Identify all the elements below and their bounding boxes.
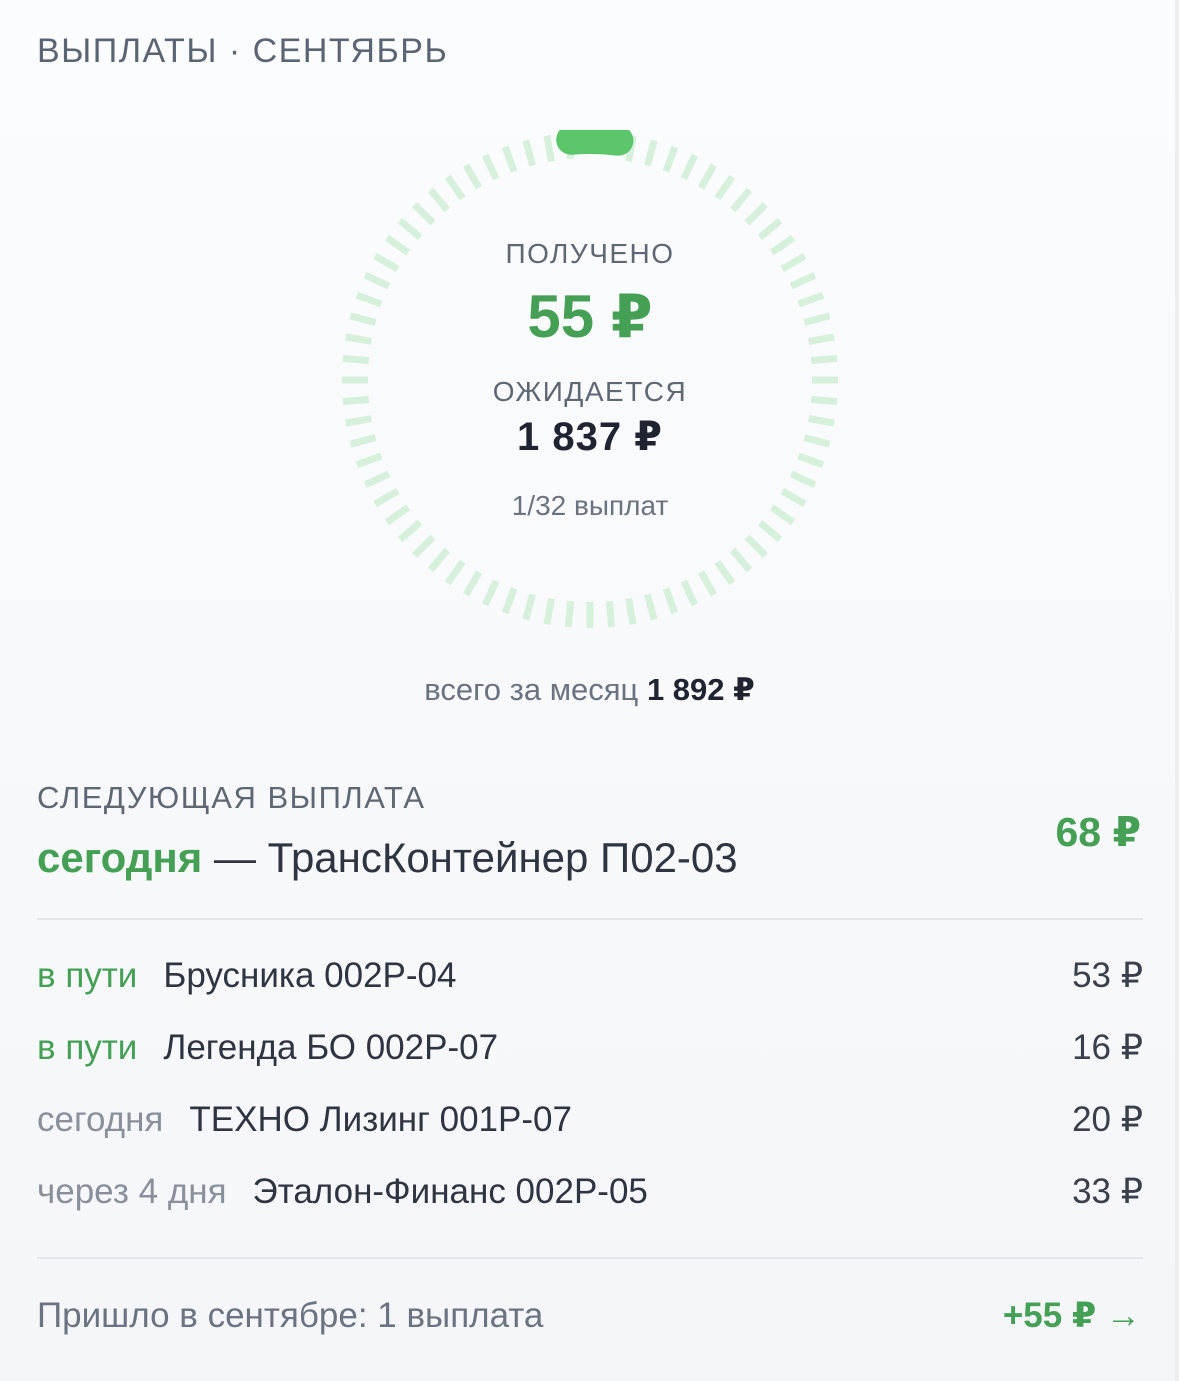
- next-payout-label: СЛЕДУЮЩАЯ ВЫПЛАТА: [37, 780, 426, 815]
- received-value: 55 ₽: [527, 283, 653, 350]
- received-summary: Пришло в сентябре: 1 выплата: [37, 1296, 544, 1335]
- payout-name: Эталон-Финанс 002Р-05: [252, 1172, 648, 1211]
- month-total: всего за месяц 1 892 ₽: [0, 672, 1179, 708]
- page-title: ВЫПЛАТЫ · СЕНТЯБРЬ: [37, 32, 449, 70]
- payout-name: ТЕХНО Лизинг 001Р-07: [189, 1100, 572, 1139]
- payout-name: Брусника 002Р-04: [163, 956, 457, 995]
- payout-name: Легенда БО 002Р-07: [163, 1028, 499, 1067]
- payout-row[interactable]: сегодня ТЕХНО Лизинг 001Р-07 20 ₽: [37, 1100, 1143, 1150]
- expected-value: 1 837 ₽: [516, 415, 664, 459]
- payout-status: сегодня: [37, 1100, 164, 1139]
- next-payout-amount: 68 ₽: [1055, 809, 1141, 855]
- payout-amount: 16 ₽: [1072, 1028, 1143, 1067]
- payout-amount: 53 ₽: [1072, 956, 1143, 995]
- next-payout-when: сегодня: [37, 834, 203, 881]
- payout-status: в пути: [37, 1028, 138, 1067]
- month-total-value: 1 892 ₽: [646, 672, 755, 707]
- next-payout-name: ТрансКонтейнер П02-03: [267, 834, 738, 881]
- next-payout[interactable]: сегодня — ТрансКонтейнер П02-03: [37, 834, 738, 882]
- payout-row[interactable]: в пути Брусника 002Р-04 53 ₽: [37, 956, 1143, 1006]
- payout-row[interactable]: через 4 дня Эталон-Финанс 002Р-05 33 ₽: [37, 1172, 1143, 1222]
- month-total-label: всего за месяц: [424, 672, 639, 707]
- expected-label: ОЖИДАЕТСЯ: [492, 376, 688, 407]
- divider: [37, 918, 1143, 920]
- payout-status: в пути: [37, 956, 138, 995]
- payout-status: через 4 дня: [37, 1172, 227, 1211]
- next-payout-separator: —: [202, 834, 268, 881]
- payout-amount: 33 ₽: [1072, 1172, 1143, 1211]
- received-label: ПОЛУЧЕНО: [505, 238, 675, 269]
- payouts-card: ВЫПЛАТЫ · СЕНТЯБРЬ ПОЛУЧЕНО 55 ₽ ОЖИДАЕТ…: [0, 0, 1179, 1381]
- payout-count: 1/32 выплат: [511, 490, 669, 521]
- ring-center: ПОЛУЧЕНО 55 ₽ ОЖИДАЕТСЯ 1 837 ₽ 1/32 вып…: [340, 130, 840, 630]
- divider: [37, 1257, 1143, 1259]
- payout-amount: 20 ₽: [1072, 1100, 1143, 1139]
- received-details-link[interactable]: +55 ₽ →: [1003, 1296, 1141, 1336]
- payout-row[interactable]: в пути Легенда БО 002Р-07 16 ₽: [37, 1028, 1143, 1078]
